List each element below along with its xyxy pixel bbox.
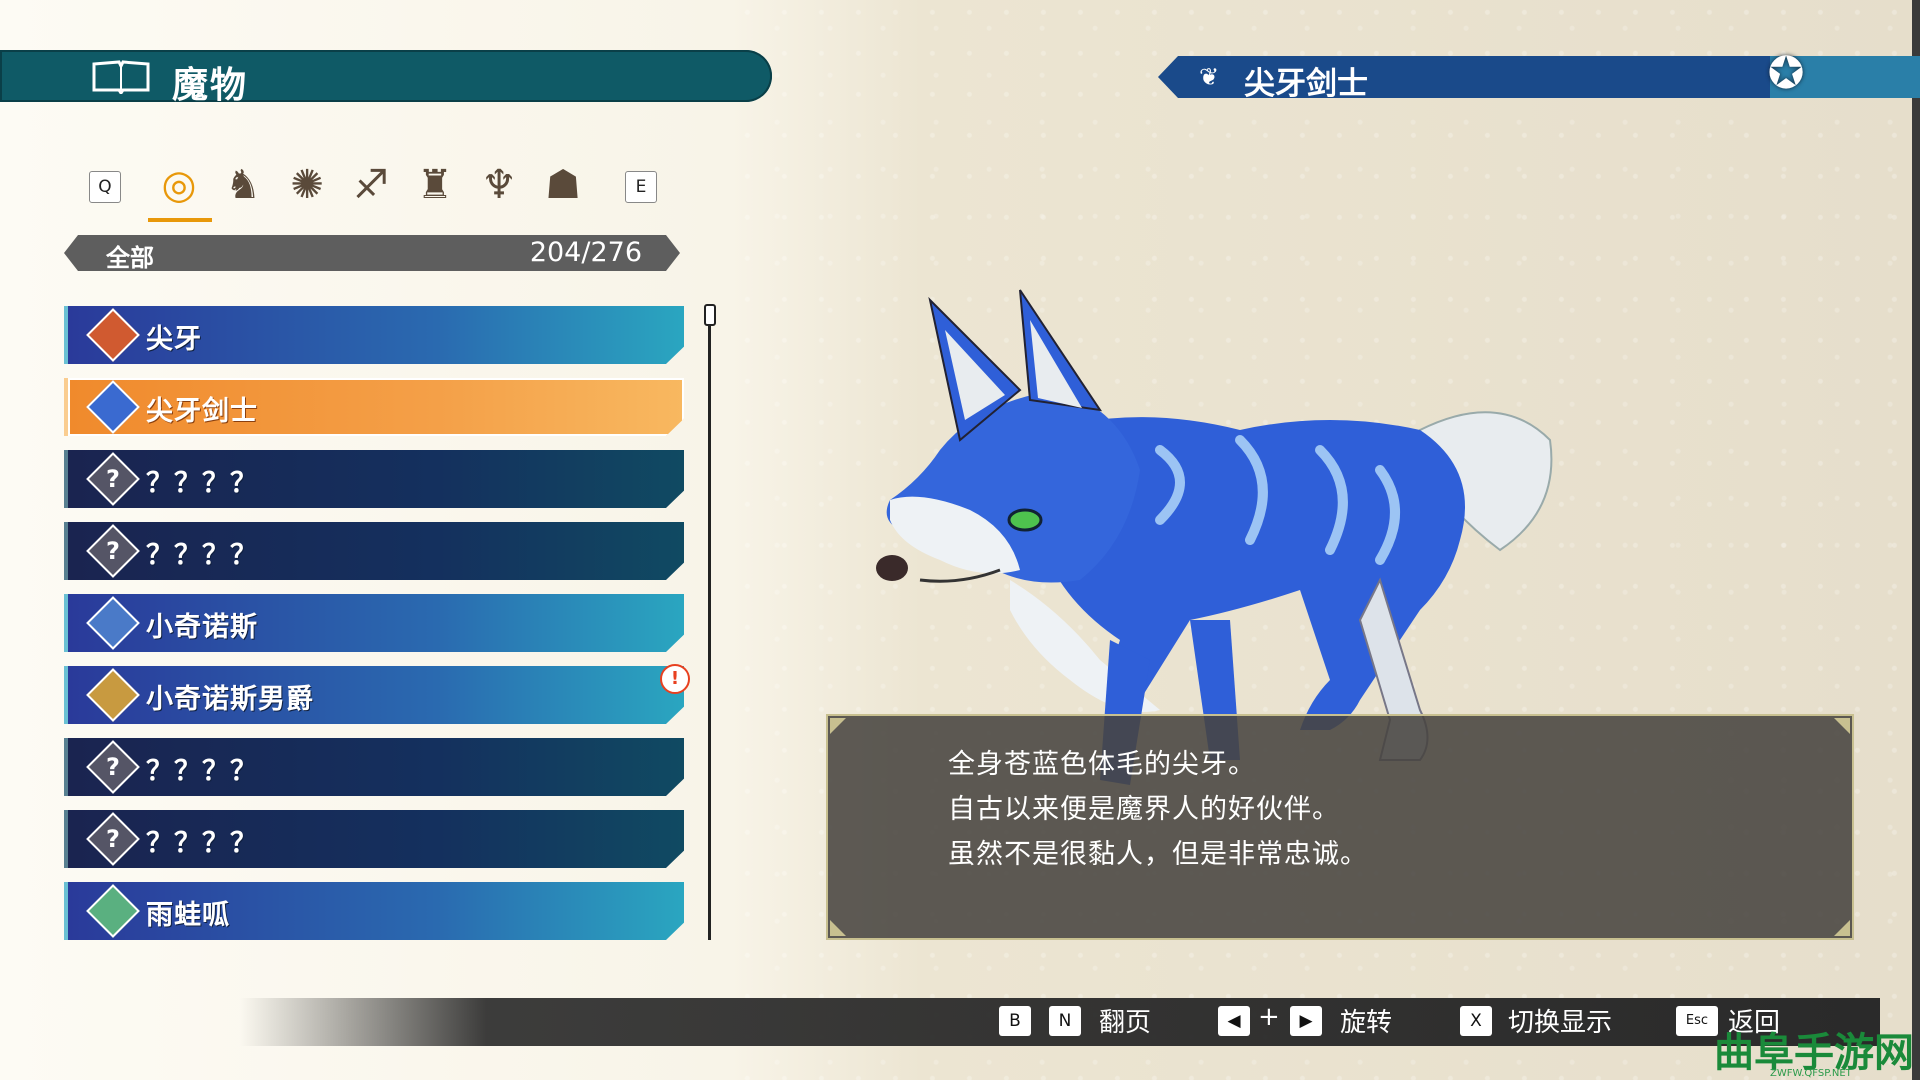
category-dragon-icon[interactable]: ♐ xyxy=(346,160,396,210)
monster-icon xyxy=(86,668,140,722)
category-beast-icon[interactable]: ♞ xyxy=(218,160,268,210)
list-item-selected[interactable]: 尖牙剑士 xyxy=(64,378,684,436)
corner-ornament xyxy=(830,920,846,936)
corner-ornament xyxy=(1834,718,1850,734)
watermark-url: ZWFW.QFSP.NET xyxy=(1770,1068,1852,1079)
list-item-label: 雨蛙呱 xyxy=(146,900,230,931)
list-item[interactable]: 尖牙 xyxy=(64,306,684,364)
corner-ornament xyxy=(830,718,846,734)
question-icon: ? xyxy=(106,825,120,853)
monster-icon xyxy=(86,884,140,938)
plus-sign: + xyxy=(1258,1002,1280,1032)
monster-icon xyxy=(86,308,140,362)
list-item-label: ？？？？ xyxy=(146,828,258,859)
dice-emblem-icon: ✪ xyxy=(1767,48,1805,99)
key-n[interactable]: N xyxy=(1049,1006,1081,1036)
category-all-icon[interactable]: ◎ xyxy=(154,160,204,210)
key-x[interactable]: X xyxy=(1460,1006,1492,1036)
description-line: 自古以来便是魔界人的好伙伴。 xyxy=(948,794,1340,825)
next-category-key[interactable]: E xyxy=(625,171,657,203)
key-esc[interactable]: Esc xyxy=(1676,1006,1718,1036)
question-icon: ? xyxy=(106,537,120,565)
prev-category-key[interactable]: Q xyxy=(89,171,121,203)
list-item-label: 小奇诺斯男爵 xyxy=(146,684,314,715)
category-insect-icon[interactable]: ✺ xyxy=(282,160,332,210)
list-scrollbar[interactable] xyxy=(708,306,711,940)
left-arrow-icon[interactable]: ◀ xyxy=(1218,1006,1250,1036)
right-arrow-icon[interactable]: ▶ xyxy=(1290,1006,1322,1036)
new-info-badge: ! xyxy=(660,664,690,694)
rotate-hint: 旋转 xyxy=(1340,1008,1393,1038)
filter-bar[interactable]: 全部 204/276 xyxy=(64,235,680,271)
list-item[interactable]: 小奇诺斯 xyxy=(64,594,684,652)
list-item-label: ？？？？ xyxy=(146,540,258,571)
category-giant-icon[interactable]: ☗ xyxy=(538,160,588,210)
monster-icon xyxy=(86,596,140,650)
list-item[interactable]: ? ？？？？ xyxy=(64,450,684,508)
list-item-label: 尖牙 xyxy=(146,324,202,355)
category-object-icon[interactable]: ♜ xyxy=(410,160,460,210)
question-icon: ? xyxy=(106,465,120,493)
category-spirit-icon[interactable]: ♆ xyxy=(474,160,524,210)
collection-count: 204/276 xyxy=(529,237,642,268)
active-category-indicator xyxy=(148,218,212,222)
book-icon xyxy=(92,60,150,94)
list-item[interactable]: ? ？？？？ xyxy=(64,738,684,796)
description-panel: 全身苍蓝色体毛的尖牙。 自古以来便是魔界人的好伙伴。 虽然不是很黏人，但是非常忠… xyxy=(826,714,1854,940)
page-title: 魔物 xyxy=(172,65,249,106)
list-item-label: 尖牙剑士 xyxy=(146,396,258,427)
corner-ornament xyxy=(1834,920,1850,936)
list-item[interactable]: ? ？？？？ xyxy=(64,810,684,868)
filter-label: 全部 xyxy=(106,244,154,272)
monster-icon xyxy=(86,380,140,434)
list-item[interactable]: ? ？？？？ xyxy=(64,522,684,580)
selected-monster-name: 尖牙剑士 xyxy=(1244,66,1368,102)
screen-frame-edge xyxy=(1912,0,1920,1080)
list-item[interactable]: 小奇诺斯男爵 xyxy=(64,666,684,724)
list-item-label: ？？？？ xyxy=(146,756,258,787)
key-b[interactable]: B xyxy=(999,1006,1031,1036)
list-item[interactable]: 雨蛙呱 xyxy=(64,882,684,940)
menu-header: 魔物 xyxy=(0,50,772,106)
page-hint: 翻页 xyxy=(1099,1008,1152,1038)
toggle-display-hint: 切换显示 xyxy=(1508,1008,1613,1038)
beast-type-icon: ❦ xyxy=(1198,63,1220,91)
question-icon: ? xyxy=(106,753,120,781)
scroll-thumb[interactable] xyxy=(704,304,716,326)
list-item-label: ？？？？ xyxy=(146,468,258,499)
list-item-label: 小奇诺斯 xyxy=(146,612,258,643)
description-line: 虽然不是很黏人，但是非常忠诚。 xyxy=(948,839,1368,870)
description-line: 全身苍蓝色体毛的尖牙。 xyxy=(948,749,1256,780)
